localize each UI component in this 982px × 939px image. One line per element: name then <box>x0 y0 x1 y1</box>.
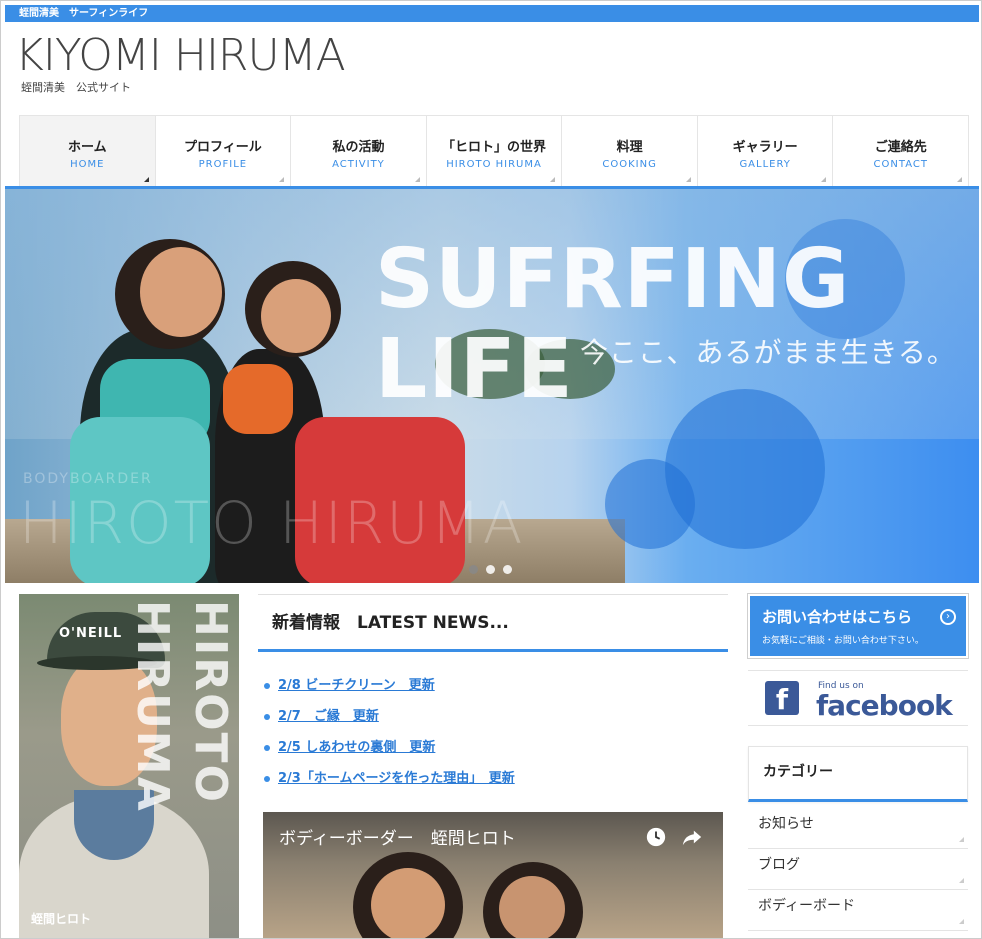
main-nav: ホーム HOME プロフィール PROFILE 私の活動 ACTIVITY 「ヒ… <box>19 115 970 187</box>
slider-dot-3[interactable] <box>503 565 512 574</box>
corner-icon <box>959 878 964 883</box>
facebook-wordmark: facebook <box>816 689 953 722</box>
facebook-link[interactable]: f Find us on facebook <box>748 670 968 726</box>
nav-item-activity[interactable]: 私の活動 ACTIVITY <box>291 116 427 187</box>
category-heading: カテゴリー <box>748 746 968 802</box>
category-label: ブログ <box>758 857 800 873</box>
news-link[interactable]: 2/8 ビーチクリーン 更新 <box>278 678 435 693</box>
category-item[interactable]: お知らせ <box>748 808 968 849</box>
category-label: お知らせ <box>758 816 814 832</box>
facebook-icon: f <box>765 681 799 716</box>
nav-label-en: GALLERY <box>739 159 791 170</box>
nav-item-profile[interactable]: プロフィール PROFILE <box>155 116 292 187</box>
page-frame: 蛭間清美 サーフィンライフ KIYOMI HIRUMA 蛭間清美 公式サイト ホ… <box>0 0 982 939</box>
hero-person-right-face <box>261 279 331 353</box>
nav-item-home[interactable]: ホーム HOME <box>19 116 156 187</box>
nav-item-contact[interactable]: ご連絡先 CONTACT <box>833 116 970 187</box>
nav-label-jp: 私の活動 <box>332 140 385 155</box>
list-item: 2/5 しあわせの裏側 更新 <box>262 738 728 769</box>
nav-corner-icon <box>550 177 556 182</box>
news-link[interactable]: 2/5 しあわせの裏側 更新 <box>278 740 435 755</box>
nav-item-cooking[interactable]: 料理 COOKING <box>562 116 698 187</box>
nav-label-en: HIROTO HIRUMA <box>446 159 542 170</box>
news-link[interactable]: 2/7 ご縁 更新 <box>278 709 379 724</box>
video-person-face <box>499 876 565 938</box>
site-logo[interactable]: KIYOMI HIRUMA <box>15 31 346 81</box>
list-item: 2/3「ホームページを作った理由」 更新 <box>262 769 728 800</box>
list-item: 2/8 ビーチクリーン 更新 <box>262 676 728 707</box>
nav-label-jp: ホーム <box>67 140 107 155</box>
nav-label-en: HOME <box>70 159 105 170</box>
slider-dot-2[interactable] <box>486 565 495 574</box>
contact-button-sublabel: お気軽にご相談・お問い合わせ下さい。 <box>762 636 924 646</box>
news-link[interactable]: 2/3「ホームページを作った理由」 更新 <box>278 771 515 786</box>
slider-dots <box>469 565 512 574</box>
hero-person-right-wetsuit <box>223 364 293 434</box>
nav-label-jp: プロフィール <box>183 140 262 155</box>
latest-news: 新着情報 LATEST NEWS... 2/8 ビーチクリーン 更新 2/7 ご… <box>258 594 728 800</box>
portrait-vertical-title: HIROTO HIRUMA <box>127 600 236 813</box>
corner-icon <box>959 919 964 924</box>
category-list: お知らせ ブログ ボディーボード <box>748 808 968 931</box>
nav-corner-icon <box>821 177 827 182</box>
nav-label-jp: 「ヒロト」の世界 <box>442 140 547 155</box>
nav-label-en: ACTIVITY <box>332 159 385 170</box>
nav-label-jp: ご連絡先 <box>874 140 927 155</box>
hero-watermark: HIROTO HIRUMA <box>19 489 525 557</box>
video-person-face <box>371 868 445 938</box>
portrait-cap-logo: O'NEILL <box>59 626 123 641</box>
nav-corner-icon <box>279 177 285 182</box>
contact-button[interactable]: お問い合わせはこちら お気軽にご相談・お問い合わせ下さい。 › <box>747 593 969 659</box>
video-embed[interactable]: ボディーボーダー 蛭間ヒロト <box>263 812 723 938</box>
site-subtitle: 蛭間清美 公式サイト <box>21 81 131 94</box>
hero-title: SUFRFING LIFE <box>375 232 851 417</box>
nav-item-hiroto[interactable]: 「ヒロト」の世界 HIROTO HIRUMA <box>426 116 563 187</box>
nav-label-en: COOKING <box>602 159 657 170</box>
hero-slider[interactable]: SUFRFING LIFE 今ここ、あるがまま生きる。 BODYBOARDER … <box>5 189 979 583</box>
arrow-right-icon: › <box>940 609 956 625</box>
hero-subtitle: 今ここ、あるがまま生きる。 <box>580 336 956 369</box>
news-heading: 新着情報 LATEST NEWS... <box>258 594 728 652</box>
sidebar: お問い合わせはこちら お気軽にご相談・お問い合わせ下さい。 › f Find u… <box>747 593 969 931</box>
corner-icon <box>959 837 964 842</box>
portrait-name: 蛭間ヒロト <box>31 912 92 926</box>
share-icon[interactable] <box>681 826 703 848</box>
hiroto-portrait[interactable]: O'NEILL HIROTO HIRUMA 蛭間ヒロト <box>19 594 239 938</box>
category-label: ボディーボード <box>758 898 856 914</box>
hero-watermark-small: BODYBOARDER <box>23 471 153 487</box>
nav-corner-icon <box>685 177 691 182</box>
hero-splash <box>605 459 695 549</box>
category-item[interactable]: ボディーボード <box>748 890 968 931</box>
list-item: 2/7 ご縁 更新 <box>262 707 728 738</box>
nav-corner-icon <box>957 177 963 182</box>
nav-label-en: CONTACT <box>873 159 928 170</box>
video-title: ボディーボーダー 蛭間ヒロト <box>279 829 516 849</box>
slider-dot-1[interactable] <box>469 565 478 574</box>
nav-corner-icon <box>414 177 420 182</box>
nav-label-jp: ギャラリー <box>732 140 798 155</box>
clock-icon[interactable] <box>645 826 667 848</box>
hero-person-left-face <box>140 247 222 337</box>
nav-label-jp: 料理 <box>616 140 643 155</box>
nav-corner-icon <box>143 177 149 182</box>
nav-label-en: PROFILE <box>198 159 248 170</box>
top-bar: 蛭間清美 サーフィンライフ <box>5 5 979 22</box>
nav-item-gallery[interactable]: ギャラリー GALLERY <box>697 116 834 187</box>
category-item[interactable]: ブログ <box>748 849 968 890</box>
news-list: 2/8 ビーチクリーン 更新 2/7 ご縁 更新 2/5 しあわせの裏側 更新 … <box>258 676 728 800</box>
contact-button-label: お問い合わせはこちら <box>762 608 913 626</box>
